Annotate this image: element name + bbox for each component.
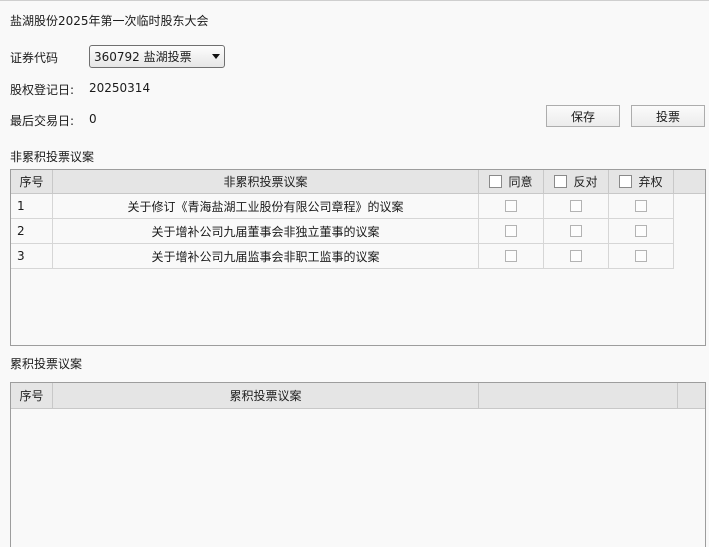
agree-checkbox[interactable] bbox=[505, 200, 517, 212]
last-trade-date-value: 0 bbox=[89, 112, 97, 126]
abstain-all-checkbox[interactable] bbox=[619, 175, 633, 188]
row-proposal: 关于增补公司九届监事会非职工监事的议案 bbox=[53, 244, 479, 268]
row-abstain-cell bbox=[609, 219, 674, 243]
header-agree-label: 同意 bbox=[508, 175, 533, 189]
security-code-select[interactable]: 360792 盐湖投票 bbox=[89, 45, 225, 68]
security-code-label: 证券代码 bbox=[10, 51, 59, 65]
record-date-value: 20250314 bbox=[89, 81, 151, 95]
cumulative-table: 序号 累积投票议案 bbox=[10, 382, 706, 547]
oppose-checkbox[interactable] bbox=[570, 200, 582, 212]
header-agree[interactable]: 同意 bbox=[479, 170, 544, 193]
row-agree-cell bbox=[479, 244, 544, 268]
row-agree-cell bbox=[479, 194, 544, 218]
header-proposal: 累积投票议案 bbox=[53, 383, 479, 408]
row-seq: 2 bbox=[11, 219, 53, 243]
oppose-checkbox[interactable] bbox=[570, 225, 582, 237]
abstain-checkbox[interactable] bbox=[635, 225, 647, 237]
agree-all-checkbox[interactable] bbox=[489, 175, 503, 188]
cumulative-section-title: 累积投票议案 bbox=[10, 357, 83, 371]
abstain-checkbox[interactable] bbox=[635, 200, 647, 212]
row-abstain-cell bbox=[609, 194, 674, 218]
header-abstain-label: 弃权 bbox=[638, 175, 663, 189]
top-border bbox=[0, 0, 709, 1]
row-proposal: 关于增补公司九届董事会非独立董事的议案 bbox=[53, 219, 479, 243]
non-cumulative-section-title: 非累积投票议案 bbox=[10, 150, 95, 164]
row-oppose-cell bbox=[544, 194, 609, 218]
row-oppose-cell bbox=[544, 244, 609, 268]
oppose-all-checkbox[interactable] bbox=[554, 175, 568, 188]
header-seq: 序号 bbox=[11, 170, 53, 193]
header-oppose-label: 反对 bbox=[573, 175, 598, 189]
security-code-value: 360792 盐湖投票 bbox=[94, 50, 192, 64]
header-oppose[interactable]: 反对 bbox=[544, 170, 609, 193]
non-cumulative-table: 序号 非累积投票议案 同意 反对 弃权 1 关于修订《青海盐湖工业股份有限公司章… bbox=[10, 169, 706, 346]
header-proposal: 非累积投票议案 bbox=[53, 170, 479, 193]
abstain-checkbox[interactable] bbox=[635, 250, 647, 262]
row-agree-cell bbox=[479, 219, 544, 243]
row-seq: 3 bbox=[11, 244, 53, 268]
page-title: 盐湖股份2025年第一次临时股东大会 bbox=[10, 14, 209, 28]
save-button[interactable]: 保存 bbox=[546, 105, 620, 127]
header-extra bbox=[479, 383, 678, 408]
table-header: 序号 累积投票议案 bbox=[11, 383, 705, 409]
table-header: 序号 非累积投票议案 同意 反对 弃权 bbox=[11, 170, 705, 194]
header-seq: 序号 bbox=[11, 383, 53, 408]
table-row[interactable]: 3 关于增补公司九届监事会非职工监事的议案 bbox=[11, 244, 674, 269]
table-row[interactable]: 1 关于修订《青海盐湖工业股份有限公司章程》的议案 bbox=[11, 194, 674, 219]
table-row[interactable]: 2 关于增补公司九届董事会非独立董事的议案 bbox=[11, 219, 674, 244]
agree-checkbox[interactable] bbox=[505, 250, 517, 262]
dropdown-arrow-icon bbox=[212, 54, 220, 59]
record-date-label: 股权登记日: bbox=[10, 83, 75, 97]
vote-button[interactable]: 投票 bbox=[631, 105, 705, 127]
row-abstain-cell bbox=[609, 244, 674, 268]
row-seq: 1 bbox=[11, 194, 53, 218]
oppose-checkbox[interactable] bbox=[570, 250, 582, 262]
agree-checkbox[interactable] bbox=[505, 225, 517, 237]
last-trade-date-label: 最后交易日: bbox=[10, 114, 75, 128]
row-oppose-cell bbox=[544, 219, 609, 243]
row-proposal: 关于修订《青海盐湖工业股份有限公司章程》的议案 bbox=[53, 194, 479, 218]
header-abstain[interactable]: 弃权 bbox=[609, 170, 674, 193]
